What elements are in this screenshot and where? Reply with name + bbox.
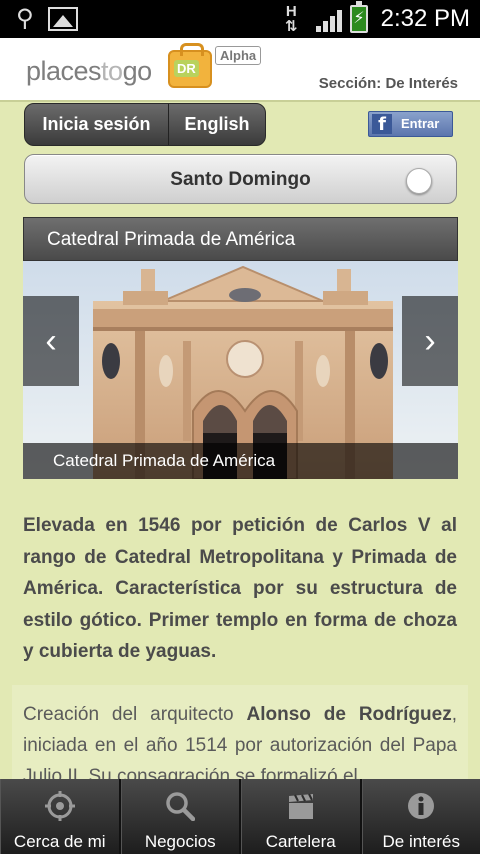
suitcase-logo-icon: DR	[168, 43, 212, 88]
nav-label: De interés	[382, 832, 460, 851]
network-type-label: H	[285, 3, 297, 20]
place-description: Elevada en 1546 por petición de Carlos V…	[23, 515, 457, 662]
bottom-nav: Cerca de mi Negocios Cartelera De interé…	[0, 779, 480, 854]
place-details-text: Creación del arquitecto Alonso de Rodríg…	[23, 699, 457, 785]
place-details: Creación del arquitecto Alonso de Rodríg…	[12, 685, 468, 785]
nav-label: Cartelera	[265, 832, 336, 851]
nav-label: Cerca de mi	[13, 832, 106, 851]
gallery-caption: Catedral Primada de América	[23, 443, 458, 479]
alpha-badge: Alpha	[215, 46, 262, 65]
logo-part-to: to	[101, 56, 123, 86]
nav-item-de-interes[interactable]: De interés	[361, 779, 480, 854]
gallery-icon	[48, 7, 78, 31]
chevron-right-icon: ›	[424, 321, 436, 360]
city-selector[interactable]: Santo Domingo	[24, 154, 457, 204]
language-button[interactable]: English	[169, 104, 265, 145]
search-icon	[166, 792, 196, 821]
section-label: Sección: De Interés	[318, 75, 458, 92]
gallery-previous-button[interactable]: ‹	[23, 296, 79, 386]
logo-part-go: go	[122, 56, 153, 86]
nav-item-cartelera[interactable]: Cartelera	[241, 779, 362, 854]
logo-part-places: places	[26, 56, 102, 86]
network-icon: H ⇅	[285, 3, 298, 35]
info-icon	[408, 793, 435, 819]
facebook-login-label: Entrar	[401, 116, 440, 131]
login-button[interactable]: Inicia sesión	[25, 104, 169, 145]
details-architect: Alonso de Rodríguez	[246, 704, 452, 725]
clapperboard-icon	[288, 793, 313, 819]
signal-icon	[316, 8, 346, 32]
city-selector-label: Santo Domingo	[170, 169, 311, 190]
facebook-icon: f	[372, 114, 392, 135]
radio-indicator-icon	[406, 168, 432, 194]
usb-icon: ⚲	[16, 5, 34, 32]
logo-badge: DR	[174, 60, 199, 77]
crosshair-icon	[44, 791, 75, 821]
details-prefix: Creación del arquitecto	[23, 704, 247, 725]
nav-item-negocios[interactable]: Negocios	[120, 779, 241, 854]
nav-item-cerca-de-mi[interactable]: Cerca de mi	[0, 779, 121, 854]
status-bar: ⚲ H⇅ 2:32 PM	[0, 0, 480, 38]
app-logo[interactable]: placestogo	[26, 56, 152, 87]
photo-gallery[interactable]: ‹ › Catedral Primada de América	[23, 261, 458, 479]
nav-label: Negocios	[144, 832, 216, 851]
clock: 2:32 PM	[380, 5, 470, 32]
app-header: placestogo DR Alpha Sección: De Interés	[0, 38, 480, 102]
battery-icon	[350, 1, 368, 33]
place-title-bar: Catedral Primada de América	[23, 217, 458, 261]
place-title: Catedral Primada de América	[47, 229, 296, 250]
gallery-next-button[interactable]: ›	[402, 296, 458, 386]
session-segmented-control: Inicia sesión English	[24, 103, 266, 146]
facebook-login-button[interactable]: f Entrar	[368, 111, 453, 137]
chevron-left-icon: ‹	[45, 321, 57, 360]
